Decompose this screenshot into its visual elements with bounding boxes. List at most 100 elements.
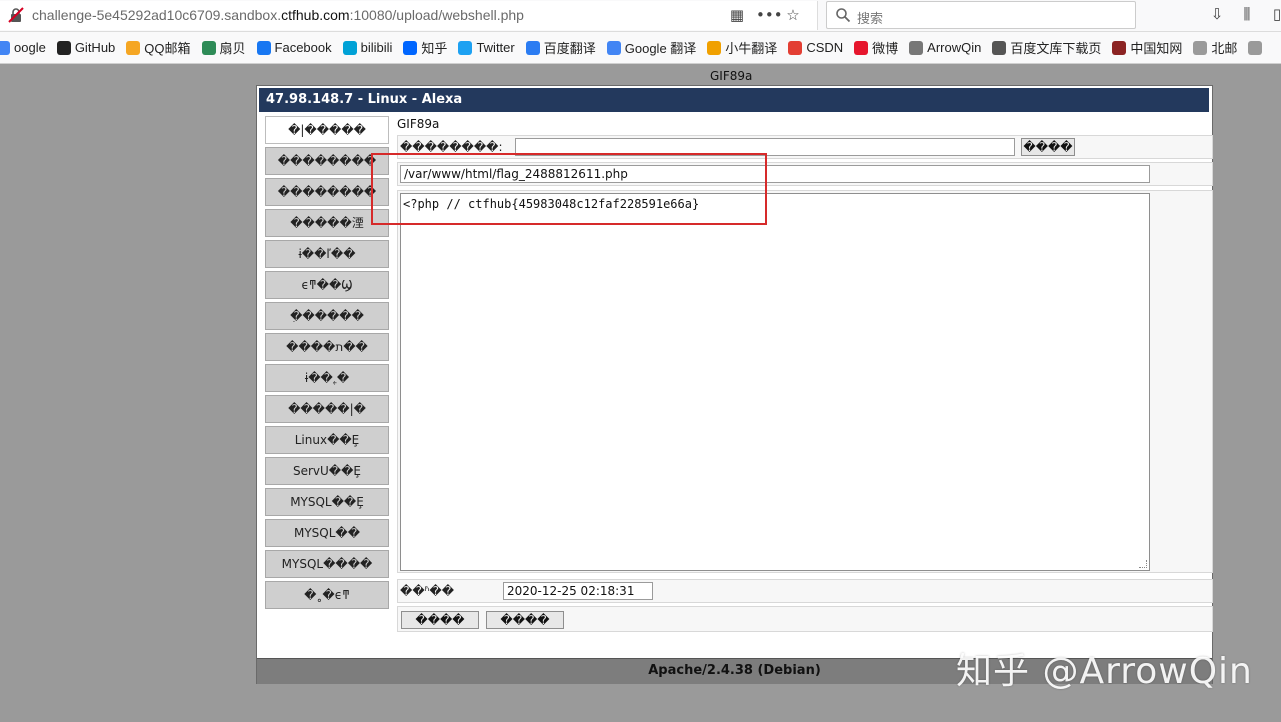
file-content-text: <?php // ctfhub{45983048c12faf228591e66a…	[403, 197, 699, 211]
nav-button-11[interactable]: Linux��Ȩ	[265, 426, 389, 454]
github-icon	[57, 41, 71, 55]
url-text[interactable]: challenge-5e45292ad10c6709.sandbox.ctfhu…	[32, 7, 524, 23]
time-row: �޸�ʱ�� 2020-12-25 02:18:31	[397, 579, 1213, 603]
bookmark-csdn[interactable]: CSDN	[788, 40, 843, 55]
path-row: /var/www/html/flag_2488812611.php	[397, 162, 1213, 186]
search-icon	[835, 7, 851, 23]
cnki-icon	[1112, 41, 1126, 55]
nav-button-16[interactable]: �˳�ϵͳ	[265, 581, 389, 609]
baidu-translate-icon	[526, 41, 540, 55]
bookmark-label: GitHub	[75, 40, 115, 55]
globe-icon	[992, 41, 1006, 55]
nav-button-7[interactable]: ִ������	[265, 302, 389, 330]
gif-header-inner: GIF89a	[397, 117, 439, 131]
folder-icon	[1193, 41, 1207, 55]
bookmark-北邮[interactable]: 北邮	[1193, 38, 1237, 57]
bookmark-label: oogle	[14, 40, 46, 55]
bookmark-label: QQ邮箱	[144, 38, 190, 57]
bookmark-知乎[interactable]: 知乎	[403, 38, 447, 57]
save-button[interactable]: ����	[401, 611, 479, 629]
bookmark-百度文库下载页[interactable]: 百度文库下载页	[992, 38, 1101, 57]
nav-button-2[interactable]: ��������	[265, 147, 389, 175]
action-row: ���� ����	[397, 606, 1213, 632]
bookmark-label: bilibili	[361, 40, 393, 55]
nav-button-12[interactable]: ServU��Ȩ	[265, 457, 389, 485]
nav-button-5[interactable]: ɨ��ľ��	[265, 240, 389, 268]
bookmark-star-icon[interactable]: ☆	[784, 6, 802, 24]
downloads-icon[interactable]: ⇩	[1208, 5, 1226, 23]
sidebar-toggle-icon[interactable]: ▯	[1268, 5, 1281, 23]
bookmark-label: 北邮	[1211, 38, 1237, 57]
nav-button-4[interactable]: �����湮	[265, 209, 389, 237]
bookmark-小牛翻译[interactable]: 小牛翻译	[707, 38, 777, 57]
bookmark-folder-17[interactable]	[1248, 41, 1266, 55]
panel-title: 47.98.148.7 - Linux - Alexa	[259, 88, 1209, 112]
bookmark-google-翻译[interactable]: Google 翻译	[607, 38, 697, 57]
bookmark-中国知网[interactable]: 中国知网	[1112, 38, 1182, 57]
google-translate-icon	[607, 41, 621, 55]
file-content-textarea[interactable]: <?php // ctfhub{45983048c12faf228591e66a…	[400, 193, 1150, 571]
weibo-icon	[854, 41, 868, 55]
back-button[interactable]: ����	[486, 611, 564, 629]
search-placeholder: 搜索	[857, 8, 883, 27]
nav-button-6[interactable]: ϵͳ��Ϣ	[265, 271, 389, 299]
nav-button-14[interactable]: MYSQL��	[265, 519, 389, 547]
bookmarks-bar: oogle GitHub QQ邮箱 扇贝 Facebook bilibili 知乎 Twitt…	[0, 32, 1281, 64]
bookmark-oogle[interactable]: oogle	[0, 40, 46, 55]
arrowqin-icon	[909, 41, 923, 55]
bookmark-label: 扇贝	[220, 38, 246, 57]
qq-mail-icon	[126, 41, 140, 55]
toolbar-row: ��������: ����	[397, 135, 1213, 159]
resize-grip[interactable]	[1139, 560, 1147, 568]
csdn-icon	[788, 41, 802, 55]
nav-button-3[interactable]: ��������	[265, 178, 389, 206]
nav-button-8[interactable]: ����ת��	[265, 333, 389, 361]
shanbay-icon	[202, 41, 216, 55]
nav-button-1[interactable]: �|�����	[265, 116, 389, 144]
library-icon[interactable]: ⫼	[1238, 5, 1256, 23]
webshell-panel: 47.98.148.7 - Linux - Alexa �|����� �����…	[256, 85, 1213, 684]
zhihu-watermark: 知乎 @ArrowQin	[956, 642, 1253, 694]
more-actions-icon[interactable]: •••	[756, 6, 774, 24]
bookmark-github[interactable]: GitHub	[57, 40, 115, 55]
bookmark-qq邮箱[interactable]: QQ邮箱	[126, 38, 190, 57]
niutrans-icon	[707, 41, 721, 55]
bookmark-label: 百度文库下载页	[1010, 38, 1101, 57]
bookmark-label: ArrowQin	[927, 40, 981, 55]
qr-code-icon[interactable]: ▦	[728, 6, 746, 24]
bookmark-twitter[interactable]: Twitter	[458, 40, 514, 55]
twitter-icon	[458, 41, 472, 55]
folder-icon	[1248, 41, 1262, 55]
browser-toolbar: challenge-5e45292ad10c6709.sandbox.ctfhu…	[0, 0, 1281, 32]
bookmark-微博[interactable]: 微博	[854, 38, 898, 57]
bookmark-arrowqin[interactable]: ArrowQin	[909, 40, 981, 55]
nav-button-10[interactable]: �����|�	[265, 395, 389, 423]
content-row: <?php // ctfhub{45983048c12faf228591e66a…	[397, 190, 1213, 573]
search-box[interactable]: 搜索	[826, 1, 1136, 29]
facebook-icon	[257, 41, 271, 55]
file-path-input[interactable]: /var/www/html/flag_2488812611.php	[400, 165, 1150, 183]
google-icon	[0, 41, 10, 55]
row1-submit-button[interactable]: ����	[1021, 138, 1075, 156]
modify-time-label: �޸�ʱ��	[400, 584, 454, 598]
row1-input[interactable]	[515, 138, 1015, 156]
row1-label: ��������:	[400, 140, 502, 154]
bookmark-bilibili[interactable]: bilibili	[343, 40, 393, 55]
bookmark-扇贝[interactable]: 扇贝	[202, 38, 246, 57]
bookmark-label: Twitter	[476, 40, 514, 55]
nav-button-15[interactable]: MYSQL����	[265, 550, 389, 578]
bookmark-label: 中国知网	[1130, 38, 1182, 57]
nav-button-13[interactable]: MYSQL��Ȩ	[265, 488, 389, 516]
insecure-lock-icon[interactable]	[8, 7, 24, 23]
modify-time-input[interactable]: 2020-12-25 02:18:31	[503, 582, 653, 600]
zhihu-icon	[403, 41, 417, 55]
bookmark-facebook[interactable]: Facebook	[257, 40, 332, 55]
bilibili-icon	[343, 41, 357, 55]
gif-header-text: GIF89a	[710, 69, 752, 83]
nav-button-9[interactable]: ɨ��˿�	[265, 364, 389, 392]
bookmark-label: 微博	[872, 38, 898, 57]
bookmark-label: 百度翻译	[544, 38, 596, 57]
bookmark-label: 小牛翻译	[725, 38, 777, 57]
bookmark-百度翻译[interactable]: 百度翻译	[526, 38, 596, 57]
address-bar[interactable]: challenge-5e45292ad10c6709.sandbox.ctfhu…	[0, 1, 818, 30]
